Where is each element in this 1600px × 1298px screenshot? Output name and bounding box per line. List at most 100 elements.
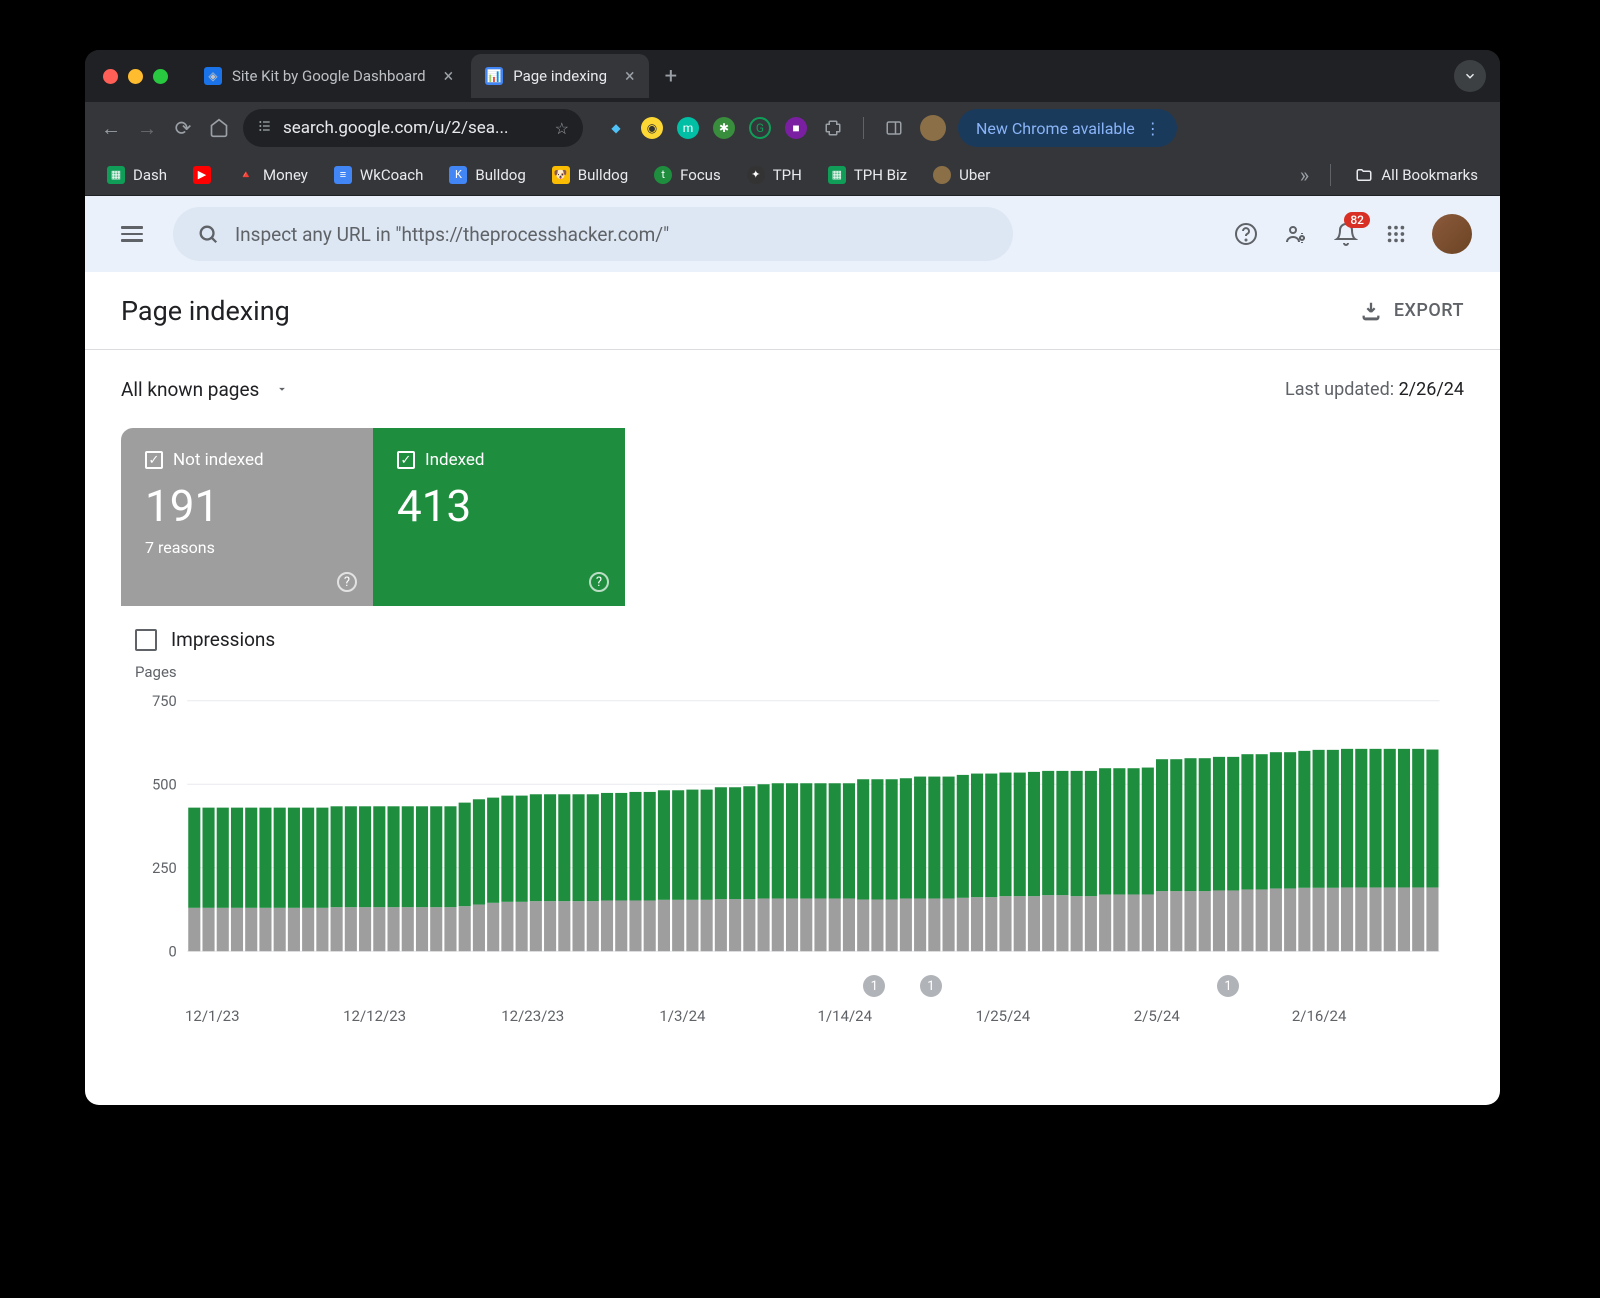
svg-text:250: 250 [152, 859, 177, 877]
xaxis-label: 12/1/23 [185, 1007, 343, 1025]
new-tab-button[interactable]: + [653, 64, 689, 89]
bookmark-youtube[interactable]: ▶ [183, 160, 221, 190]
app-icon: K [449, 166, 467, 184]
svg-text:0: 0 [169, 942, 177, 960]
bookmark-tphbiz[interactable]: ▦TPH Biz [818, 160, 917, 190]
chrome-update-button[interactable]: New Chrome available ⋮ [958, 109, 1177, 147]
dropdown-label: All known pages [121, 378, 259, 401]
url-inspect-input[interactable]: Inspect any URL in "https://theprocessha… [173, 207, 1013, 261]
export-button[interactable]: EXPORT [1360, 300, 1464, 322]
chart-marker[interactable]: 1 [1217, 975, 1239, 997]
bookmark-wkcoach[interactable]: ≡WkCoach [324, 160, 434, 190]
app-icon: 🐶 [552, 166, 570, 184]
xaxis-label: 12/23/23 [501, 1007, 659, 1025]
chevron-down-icon [275, 382, 289, 396]
card-value: 413 [397, 480, 601, 532]
tab-page-indexing[interactable]: 📊 Page indexing × [471, 54, 648, 98]
help-icon[interactable]: ? [337, 572, 357, 592]
card-subtitle: 7 reasons [145, 538, 349, 557]
card-value: 191 [145, 480, 349, 532]
reload-button[interactable]: ⟳ [171, 116, 195, 140]
tab-label: Page indexing [513, 67, 607, 85]
filter-bar: All known pages Last updated: 2/26/24 [85, 350, 1500, 428]
extension-icon[interactable]: ■ [785, 117, 807, 139]
xaxis-label: 1/14/24 [818, 1007, 976, 1025]
bookmark-dash[interactable]: ▦Dash [97, 160, 177, 190]
bookmark-money[interactable]: 🔺Money [227, 160, 318, 190]
tab-overflow-button[interactable] [1454, 60, 1486, 92]
extension-icon[interactable]: G [749, 117, 771, 139]
profile-avatar[interactable] [920, 115, 946, 141]
help-icon[interactable]: ? [589, 572, 609, 592]
card-label: Indexed [425, 450, 484, 470]
account-avatar[interactable] [1432, 214, 1472, 254]
chart-marker[interactable]: 1 [863, 975, 885, 997]
checkbox-checked-icon: ✓ [145, 451, 163, 469]
maximize-window[interactable] [153, 69, 168, 84]
search-icon [197, 223, 219, 245]
gsc-icon: 📊 [485, 67, 503, 85]
browser-window: ◈ Site Kit by Google Dashboard × 📊 Page … [85, 50, 1500, 1105]
extension-icon[interactable]: ◆ [605, 117, 627, 139]
extensions-button[interactable] [821, 116, 845, 140]
home-button[interactable] [207, 116, 231, 140]
xaxis-label: 1/25/24 [976, 1007, 1134, 1025]
address-bar: ← → ⟳ search.google.com/u/2/sea... ☆ ◆ ◉… [85, 102, 1500, 154]
update-label: New Chrome available [976, 119, 1135, 138]
users-icon[interactable] [1282, 220, 1310, 248]
impressions-label: Impressions [171, 628, 275, 651]
card-indexed[interactable]: ✓ Indexed 413 ? [373, 428, 625, 606]
apps-icon[interactable] [1382, 220, 1410, 248]
card-label: Not indexed [173, 450, 264, 470]
page-filter-dropdown[interactable]: All known pages [121, 378, 289, 401]
extension-icon[interactable]: ✱ [713, 117, 735, 139]
impressions-checkbox[interactable] [135, 629, 157, 651]
forward-button: → [135, 116, 159, 140]
close-icon[interactable]: × [625, 66, 635, 87]
last-updated: Last updated: 2/26/24 [1285, 379, 1464, 400]
page-titlebar: Page indexing EXPORT [85, 272, 1500, 350]
card-not-indexed[interactable]: ✓ Not indexed 191 7 reasons ? [121, 428, 373, 606]
bookmarks-overflow[interactable]: » [1292, 163, 1316, 187]
folder-icon [1355, 166, 1373, 184]
minimize-window[interactable] [128, 69, 143, 84]
chart-marker[interactable]: 1 [920, 975, 942, 997]
svg-text:750: 750 [152, 692, 177, 710]
gsc-header: Inspect any URL in "https://theprocessha… [85, 196, 1500, 272]
svg-text:500: 500 [152, 775, 177, 793]
xaxis-label: 2/16/24 [1292, 1007, 1450, 1025]
bookmarks-bar: ▦Dash ▶ 🔺Money ≡WkCoach KBulldog 🐶Bulldo… [85, 154, 1500, 196]
star-icon[interactable]: ☆ [555, 119, 569, 138]
page-content: Inspect any URL in "https://theprocessha… [85, 196, 1500, 1105]
menu-button[interactable] [113, 218, 151, 250]
extension-icon[interactable]: m [677, 117, 699, 139]
bookmark-tph[interactable]: ✦TPH [737, 160, 812, 190]
omnibox[interactable]: search.google.com/u/2/sea... ☆ [243, 109, 583, 147]
indexing-chart: 0 250 500 750 [135, 681, 1450, 971]
tab-site-kit[interactable]: ◈ Site Kit by Google Dashboard × [190, 54, 467, 98]
export-label: EXPORT [1394, 300, 1464, 321]
kebab-icon: ⋮ [1145, 119, 1161, 138]
chart-container: Pages 0250500750 [85, 663, 1500, 975]
bookmark-bulldog1[interactable]: KBulldog [439, 160, 535, 190]
close-window[interactable] [103, 69, 118, 84]
help-icon[interactable] [1232, 220, 1260, 248]
download-icon [1360, 300, 1382, 322]
site-info-icon[interactable] [257, 118, 273, 138]
close-icon[interactable]: × [444, 66, 454, 87]
bookmark-focus[interactable]: tFocus [644, 160, 731, 190]
bookmark-uber[interactable]: Uber [923, 160, 1000, 190]
tab-label: Site Kit by Google Dashboard [232, 67, 426, 85]
tab-strip: ◈ Site Kit by Google Dashboard × 📊 Page … [85, 50, 1500, 102]
extension-icon[interactable]: ◉ [641, 117, 663, 139]
avatar-icon [933, 166, 951, 184]
all-bookmarks-button[interactable]: All Bookmarks [1345, 160, 1488, 190]
extension-icons: ◆ ◉ m ✱ G ■ [605, 115, 946, 141]
bookmark-bulldog2[interactable]: 🐶Bulldog [542, 160, 638, 190]
xaxis-label: 1/3/24 [659, 1007, 817, 1025]
youtube-icon: ▶ [193, 166, 211, 184]
traffic-lights [103, 69, 168, 84]
side-panel-icon[interactable] [882, 116, 906, 140]
back-button[interactable]: ← [99, 116, 123, 140]
notifications-icon[interactable]: 82 [1332, 220, 1360, 248]
